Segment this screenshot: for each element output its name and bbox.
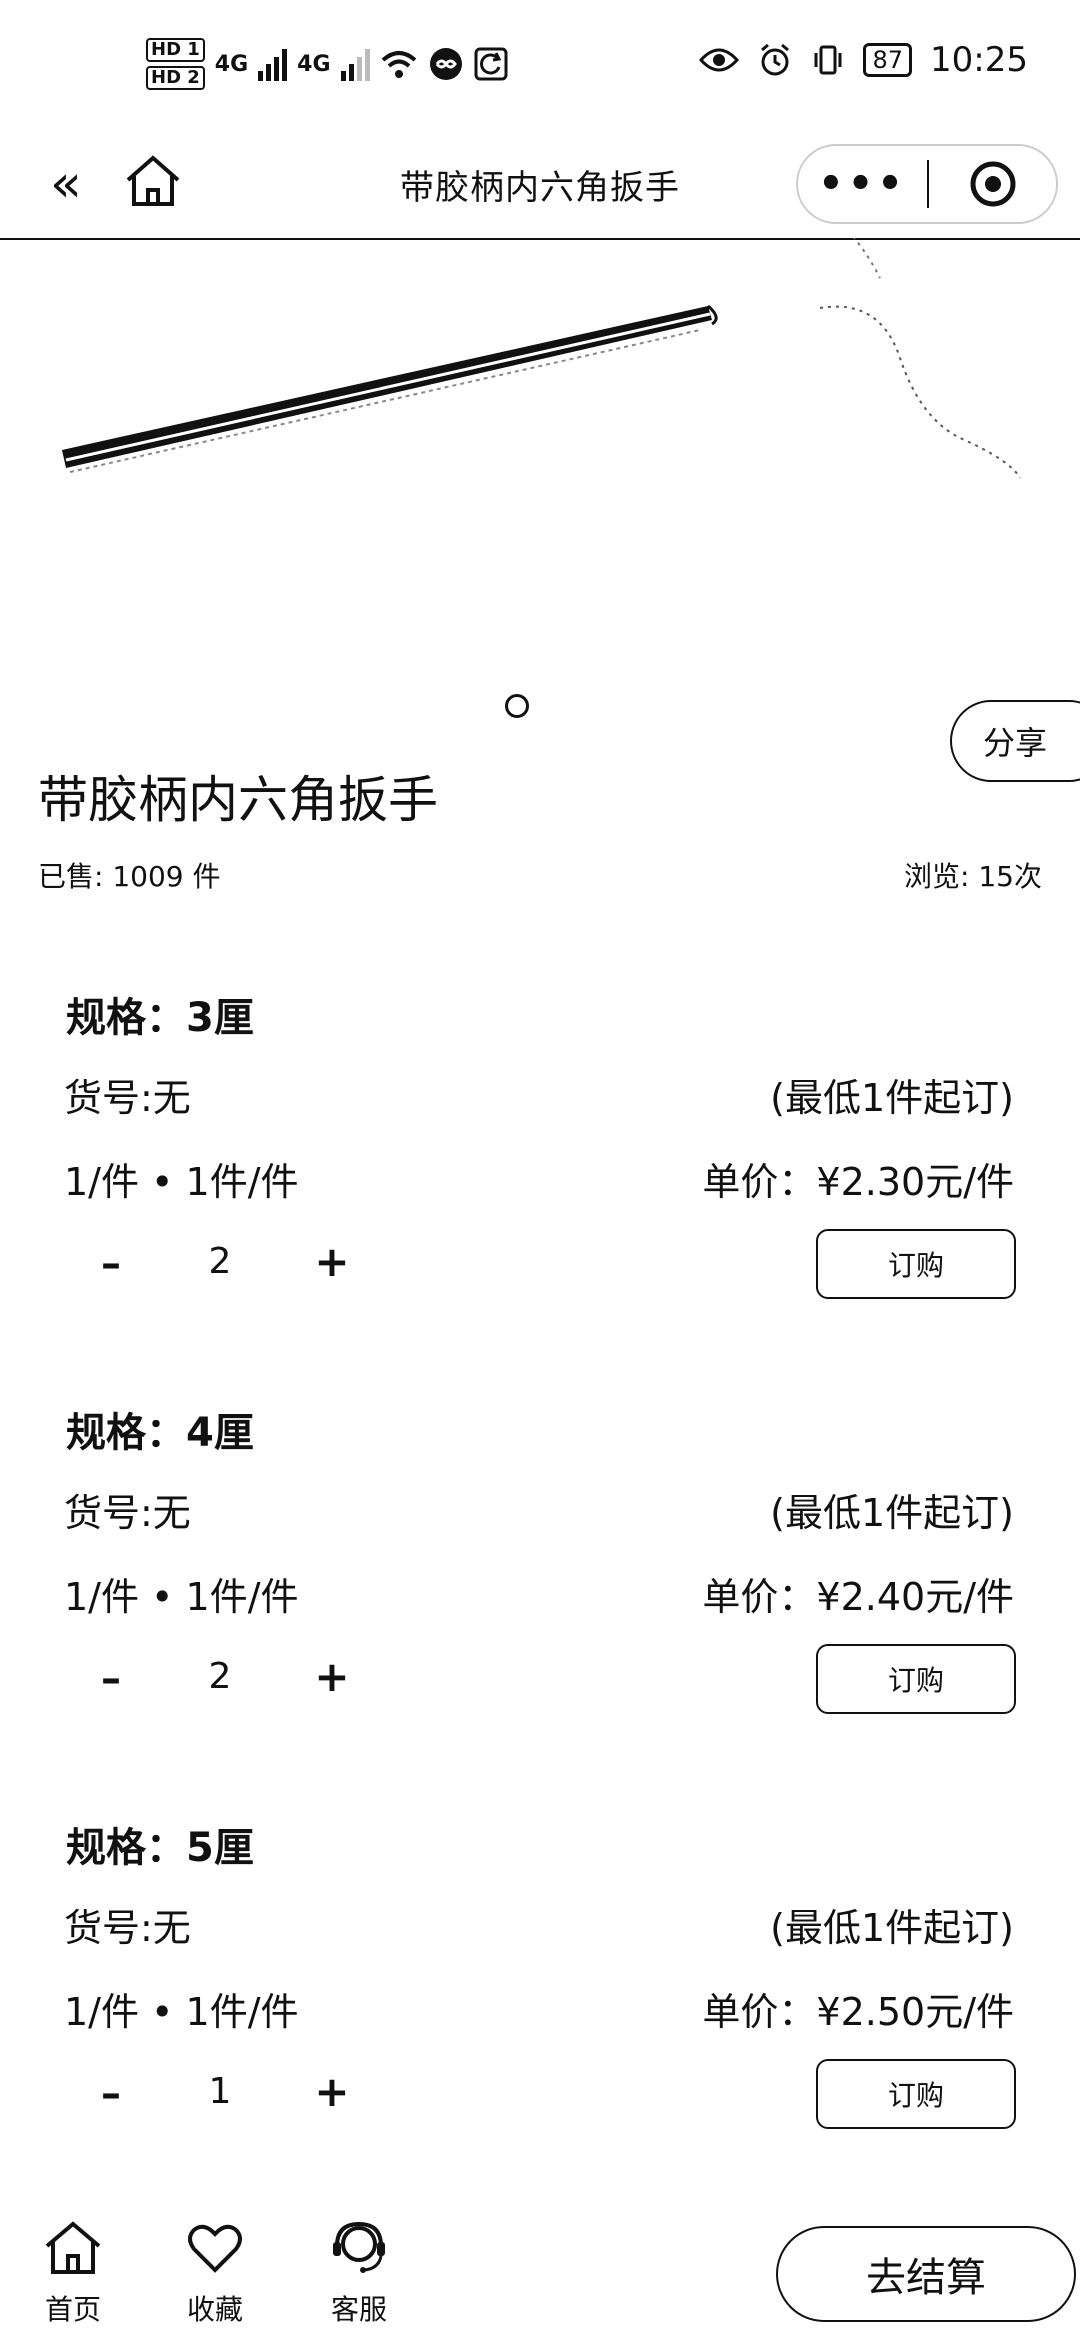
- vibrate-icon: [814, 45, 842, 75]
- alarm-icon: [761, 43, 790, 76]
- hd1-label: HD 1: [146, 38, 205, 62]
- status-bar: HD 1 HD 2 4G 4G 87 10:25: [0, 0, 1080, 132]
- product-image-gallery[interactable]: [0, 207, 1080, 738]
- network-type-2: 4G: [297, 51, 331, 77]
- variant-card: 规格：4厘 货号:无 (最低1件起订) 1/件 • 1件/件 单价：¥2.40元…: [0, 1400, 1080, 1800]
- quantity-value[interactable]: 2: [205, 1656, 235, 1697]
- order-button[interactable]: 订购: [816, 1229, 1016, 1299]
- navigation-bar: « 带胶柄内六角扳手 •••: [0, 132, 1080, 240]
- eye-icon: [699, 48, 740, 72]
- close-button[interactable]: [929, 159, 1056, 209]
- increase-quantity-button[interactable]: +: [314, 1652, 350, 1701]
- signal-icon: [258, 47, 288, 81]
- order-button[interactable]: 订购: [816, 2059, 1016, 2129]
- hd-indicator: HD 1 HD 2: [146, 38, 205, 90]
- heart-icon: [188, 2224, 242, 2273]
- variant-spec: 规格：3厘: [66, 995, 254, 1041]
- battery-level: 87: [863, 43, 913, 77]
- more-button[interactable]: •••: [798, 161, 927, 207]
- variant-item-code: 货号:无: [64, 1076, 191, 1120]
- mini-program-capsule: •••: [796, 144, 1058, 224]
- sync-icon: [474, 47, 508, 81]
- hd2-label: HD 2: [146, 66, 205, 90]
- variant-unit: 1/件 • 1件/件: [64, 1160, 299, 1204]
- increase-quantity-button[interactable]: +: [314, 2067, 350, 2116]
- infinity-icon: [429, 48, 462, 80]
- status-right: 87 10:25: [699, 40, 1028, 80]
- tab-home-label: 首页: [44, 2293, 101, 2326]
- variant-card: 规格：3厘 货号:无 (最低1件起订) 1/件 • 1件/件 单价：¥2.30元…: [0, 985, 1080, 1385]
- variant-spec: 规格：4厘: [66, 1410, 254, 1456]
- view-count: 浏览: 15次: [904, 860, 1042, 893]
- quantity-value[interactable]: 1: [205, 2071, 235, 2112]
- bottom-tab-bar: 首页 收藏 客服 去结算: [0, 2210, 1080, 2340]
- quantity-value[interactable]: 2: [205, 1241, 235, 1282]
- share-button[interactable]: 分享: [950, 700, 1080, 782]
- tab-service[interactable]: 客服: [304, 2220, 414, 2328]
- variant-spec: 规格：5厘: [66, 1825, 254, 1871]
- variant-min-order: (最低1件起订): [770, 1906, 1014, 1950]
- increase-quantity-button[interactable]: +: [314, 1237, 350, 1286]
- variant-min-order: (最低1件起订): [770, 1491, 1014, 1535]
- clock-time: 10:25: [930, 40, 1028, 80]
- customer-service-icon: [333, 2221, 385, 2273]
- home-icon: [45, 2221, 101, 2274]
- variant-unit: 1/件 • 1件/件: [64, 1990, 299, 2034]
- tab-service-label: 客服: [330, 2293, 387, 2326]
- variant-price: 单价：¥2.30元/件: [702, 1160, 1014, 1204]
- gallery-page-indicator: [505, 694, 529, 718]
- decrease-quantity-button[interactable]: –: [96, 1656, 126, 1702]
- variant-card: 规格：5厘 货号:无 (最低1件起订) 1/件 • 1件/件 单价：¥2.50元…: [0, 1815, 1080, 2215]
- product-title: 带胶柄内六角扳手: [38, 771, 438, 829]
- variant-price: 单价：¥2.40元/件: [702, 1575, 1014, 1619]
- variant-item-code: 货号:无: [64, 1491, 191, 1535]
- variant-item-code: 货号:无: [64, 1906, 191, 1950]
- network-type-1: 4G: [214, 51, 249, 77]
- status-left: HD 1 HD 2 4G 4G: [146, 38, 508, 90]
- signal-icon-2: [340, 47, 370, 81]
- target-icon: [970, 161, 1015, 207]
- wifi-icon: [381, 51, 416, 78]
- decrease-quantity-button[interactable]: –: [96, 2071, 126, 2117]
- variant-unit: 1/件 • 1件/件: [64, 1575, 299, 1619]
- variant-min-order: (最低1件起订): [770, 1076, 1014, 1120]
- tab-favorite-label: 收藏: [186, 2293, 243, 2326]
- product-image: [62, 207, 1021, 479]
- sold-count: 已售: 1009 件: [38, 860, 221, 893]
- tab-home[interactable]: 首页: [18, 2220, 128, 2328]
- tab-favorite[interactable]: 收藏: [160, 2220, 270, 2328]
- variant-price: 单价：¥2.50元/件: [702, 1990, 1014, 2034]
- decrease-quantity-button[interactable]: –: [96, 1241, 126, 1287]
- checkout-button[interactable]: 去结算: [776, 2226, 1076, 2322]
- order-button[interactable]: 订购: [816, 1644, 1016, 1714]
